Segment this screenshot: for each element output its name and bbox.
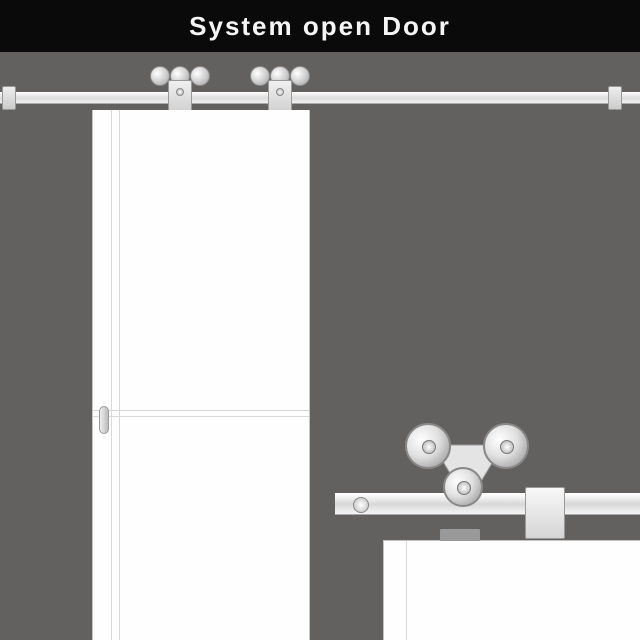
roller-wheel-icon bbox=[405, 423, 451, 469]
roller-wheel-icon bbox=[150, 66, 170, 86]
door-mount bbox=[440, 529, 480, 541]
title-bar: System open Door bbox=[0, 0, 640, 52]
door-panel bbox=[92, 110, 310, 640]
roller-wheel-icon bbox=[290, 66, 310, 86]
roller-assembly-closeup bbox=[395, 417, 545, 542]
rail-stop-left bbox=[2, 86, 16, 110]
door-handle bbox=[99, 406, 109, 434]
roller-wheel-icon bbox=[190, 66, 210, 86]
closeup-view bbox=[335, 415, 640, 640]
door-groove bbox=[93, 410, 309, 411]
sliding-rail bbox=[0, 92, 640, 104]
door-groove bbox=[406, 541, 407, 640]
door-panel-closeup bbox=[383, 540, 640, 640]
door-groove bbox=[111, 110, 112, 640]
door-groove bbox=[93, 416, 309, 417]
roller-wheel-icon bbox=[250, 66, 270, 86]
roller-wheel-icon bbox=[443, 467, 483, 507]
hanger-plate bbox=[268, 80, 292, 114]
product-render: 3dsky bbox=[0, 52, 640, 640]
door-groove bbox=[119, 110, 120, 640]
rail-stop-right bbox=[608, 86, 622, 110]
hanger-block bbox=[525, 487, 565, 539]
roller-wheel-icon bbox=[483, 423, 529, 469]
bolt-icon bbox=[353, 497, 369, 513]
bolt-icon bbox=[176, 88, 184, 96]
hanger-plate bbox=[168, 80, 192, 114]
product-title: System open Door bbox=[189, 11, 451, 42]
roller-assembly bbox=[148, 66, 210, 116]
bolt-icon bbox=[276, 88, 284, 96]
roller-assembly bbox=[248, 66, 310, 116]
